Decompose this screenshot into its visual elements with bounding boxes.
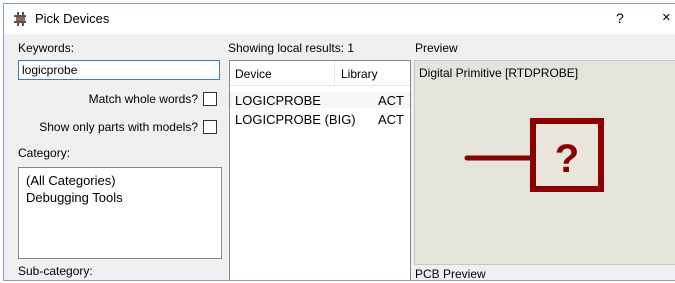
help-button[interactable]: ? <box>616 10 624 26</box>
device-list-header: Device Library <box>230 61 410 86</box>
match-whole-words-label: Match whole words? <box>88 92 198 106</box>
column-divider[interactable] <box>334 61 335 85</box>
column-header-library[interactable]: Library <box>341 67 378 81</box>
keywords-label: Keywords: <box>18 41 75 55</box>
pick-devices-dialog: Pick Devices ? × Keywords: logicprobe Ma… <box>3 3 675 281</box>
results-status: Showing local results: 1 <box>228 41 355 55</box>
device-row-logicprobe-big[interactable]: LOGICPROBE (BIG) ACT <box>230 111 410 127</box>
device-name: LOGICPROBE <box>235 93 321 108</box>
pcb-preview-label: PCB Preview <box>415 267 486 281</box>
category-item-all[interactable]: (All Categories) <box>26 173 116 188</box>
keywords-input[interactable]: logicprobe <box>18 60 220 80</box>
subcategory-label: Sub-category: <box>18 264 93 278</box>
device-library: ACT <box>378 93 404 108</box>
device-name: LOGICPROBE (BIG) <box>235 112 356 127</box>
category-item-debugging-tools[interactable]: Debugging Tools <box>26 190 123 205</box>
pick-devices-icon <box>14 12 26 26</box>
category-list[interactable]: (All Categories) Debugging Tools <box>18 167 222 259</box>
match-whole-words-checkbox[interactable] <box>203 92 217 106</box>
window-title: Pick Devices <box>35 11 110 26</box>
probe-question-mark: ? <box>555 137 579 181</box>
logic-probe-symbol: ? <box>464 118 604 192</box>
schematic-preview: Digital Primitive [RTDPROBE] ? <box>414 60 675 265</box>
preview-label: Preview <box>415 41 458 55</box>
device-library: ACT <box>378 112 404 127</box>
close-button[interactable]: × <box>662 9 671 26</box>
device-row-logicprobe[interactable]: LOGICPROBE ACT <box>230 92 410 108</box>
column-header-device[interactable]: Device <box>235 67 272 81</box>
parts-with-models-label: Show only parts with models? <box>39 120 198 134</box>
parts-with-models-checkbox[interactable] <box>203 120 217 134</box>
title-bar: Pick Devices ? × <box>4 4 675 34</box>
device-list[interactable]: Device Library LOGICPROBE ACT LOGICPROBE… <box>229 60 411 280</box>
category-label: Category: <box>18 146 71 160</box>
